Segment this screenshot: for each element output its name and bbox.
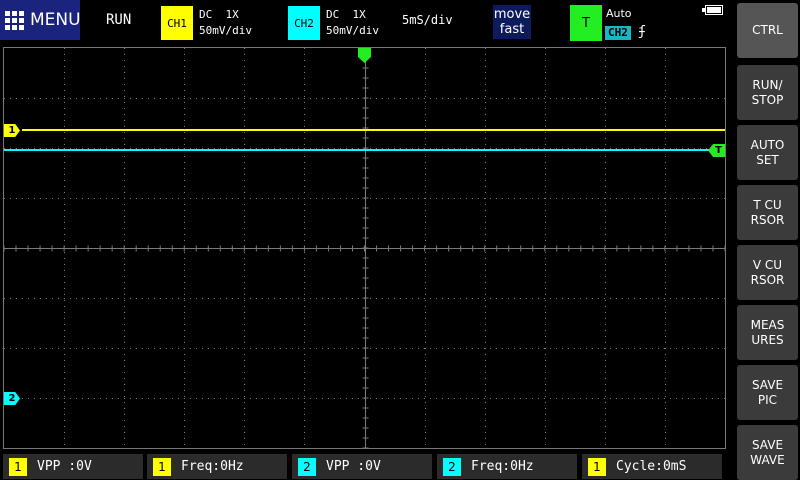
ch2-settings: DC 1X 50mV/div xyxy=(326,7,379,39)
move-speed: fast xyxy=(499,22,525,37)
measurement-value: VPP :0V xyxy=(37,459,92,474)
measures-button[interactable]: MEAS URES xyxy=(737,305,798,360)
auto-set-button[interactable]: AUTO SET xyxy=(737,125,798,180)
rising-edge-icon: ʄ xyxy=(638,24,646,39)
trigger-position-marker[interactable] xyxy=(358,48,372,64)
save-wave-button[interactable]: SAVE WAVE xyxy=(737,425,798,480)
ch2-badge-label: CH2 xyxy=(294,16,314,30)
ch1-coupling: DC 1X xyxy=(199,8,239,21)
trigger-mode[interactable]: Auto xyxy=(606,7,632,20)
measurement-value: VPP :0V xyxy=(326,459,381,474)
measurement-value: Freq:0Hz xyxy=(181,459,244,474)
run-status: RUN xyxy=(106,12,132,28)
ch2-marker-label: 2 xyxy=(8,393,16,404)
ch2-coupling: DC 1X xyxy=(326,8,366,21)
measurement-item[interactable]: 2 VPP :0V xyxy=(292,454,432,479)
move-speed-toggle[interactable]: move fast xyxy=(493,5,531,39)
voltage-cursor-button[interactable]: V CU RSOR xyxy=(737,245,798,300)
measurement-item[interactable]: 2 Freq:0Hz xyxy=(437,454,577,479)
run-stop-button[interactable]: RUN/ STOP xyxy=(737,65,798,120)
measurement-item[interactable]: 1 Cycle:0mS xyxy=(582,454,722,479)
measurement-channel: 1 xyxy=(9,457,27,476)
ch1-settings: DC 1X 50mV/div xyxy=(199,7,252,39)
measurement-value: Cycle:0mS xyxy=(616,459,687,474)
trigger-badge[interactable]: T xyxy=(570,5,602,41)
measurement-item[interactable]: 1 Freq:0Hz xyxy=(147,454,287,479)
ch2-trace xyxy=(4,149,710,151)
battery-icon xyxy=(702,5,723,15)
measurement-channel: 1 xyxy=(588,457,606,476)
ch1-scale: 50mV/div xyxy=(199,24,252,37)
measurement-item[interactable]: 1 VPP :0V xyxy=(3,454,143,479)
measurement-channel: 1 xyxy=(153,457,171,476)
timebase[interactable]: 5mS/div xyxy=(402,13,453,27)
battery-level xyxy=(707,7,721,13)
ch1-badge[interactable]: CH1 xyxy=(161,6,193,40)
ch1-marker-label: 1 xyxy=(8,125,16,136)
ctrl-button[interactable]: CTRL xyxy=(737,3,798,58)
menu-label: MENU xyxy=(30,10,81,30)
ch2-scale: 50mV/div xyxy=(326,24,379,37)
move-label: move xyxy=(493,7,531,22)
trigger-marker-label: T xyxy=(715,145,722,156)
trigger-source[interactable]: CH2 xyxy=(605,26,631,40)
menu-button[interactable]: MENU xyxy=(0,0,81,40)
side-button-panel: CTRL RUN/ STOP AUTO SET T CU RSOR V CU R… xyxy=(737,0,800,480)
measurement-channel: 2 xyxy=(298,457,316,476)
graticule xyxy=(4,48,725,448)
ch1-badge-label: CH1 xyxy=(167,16,187,30)
top-status-bar: MENU RUN CH1 DC 1X 50mV/div CH2 DC 1X 50… xyxy=(0,0,732,44)
trigger-badge-label: T xyxy=(582,15,590,31)
ch2-badge[interactable]: CH2 xyxy=(288,6,320,40)
ch1-trace xyxy=(22,129,725,131)
waveform-display[interactable]: 1 T 2 xyxy=(3,47,726,449)
grid-icon xyxy=(5,10,24,30)
time-cursor-button[interactable]: T CU RSOR xyxy=(737,185,798,240)
measurement-value: Freq:0Hz xyxy=(471,459,534,474)
measurement-channel: 2 xyxy=(443,457,461,476)
save-pic-button[interactable]: SAVE PIC xyxy=(737,365,798,420)
measurement-bar: 1 VPP :0V 1 Freq:0Hz 2 VPP :0V 2 Freq:0H… xyxy=(0,451,732,480)
